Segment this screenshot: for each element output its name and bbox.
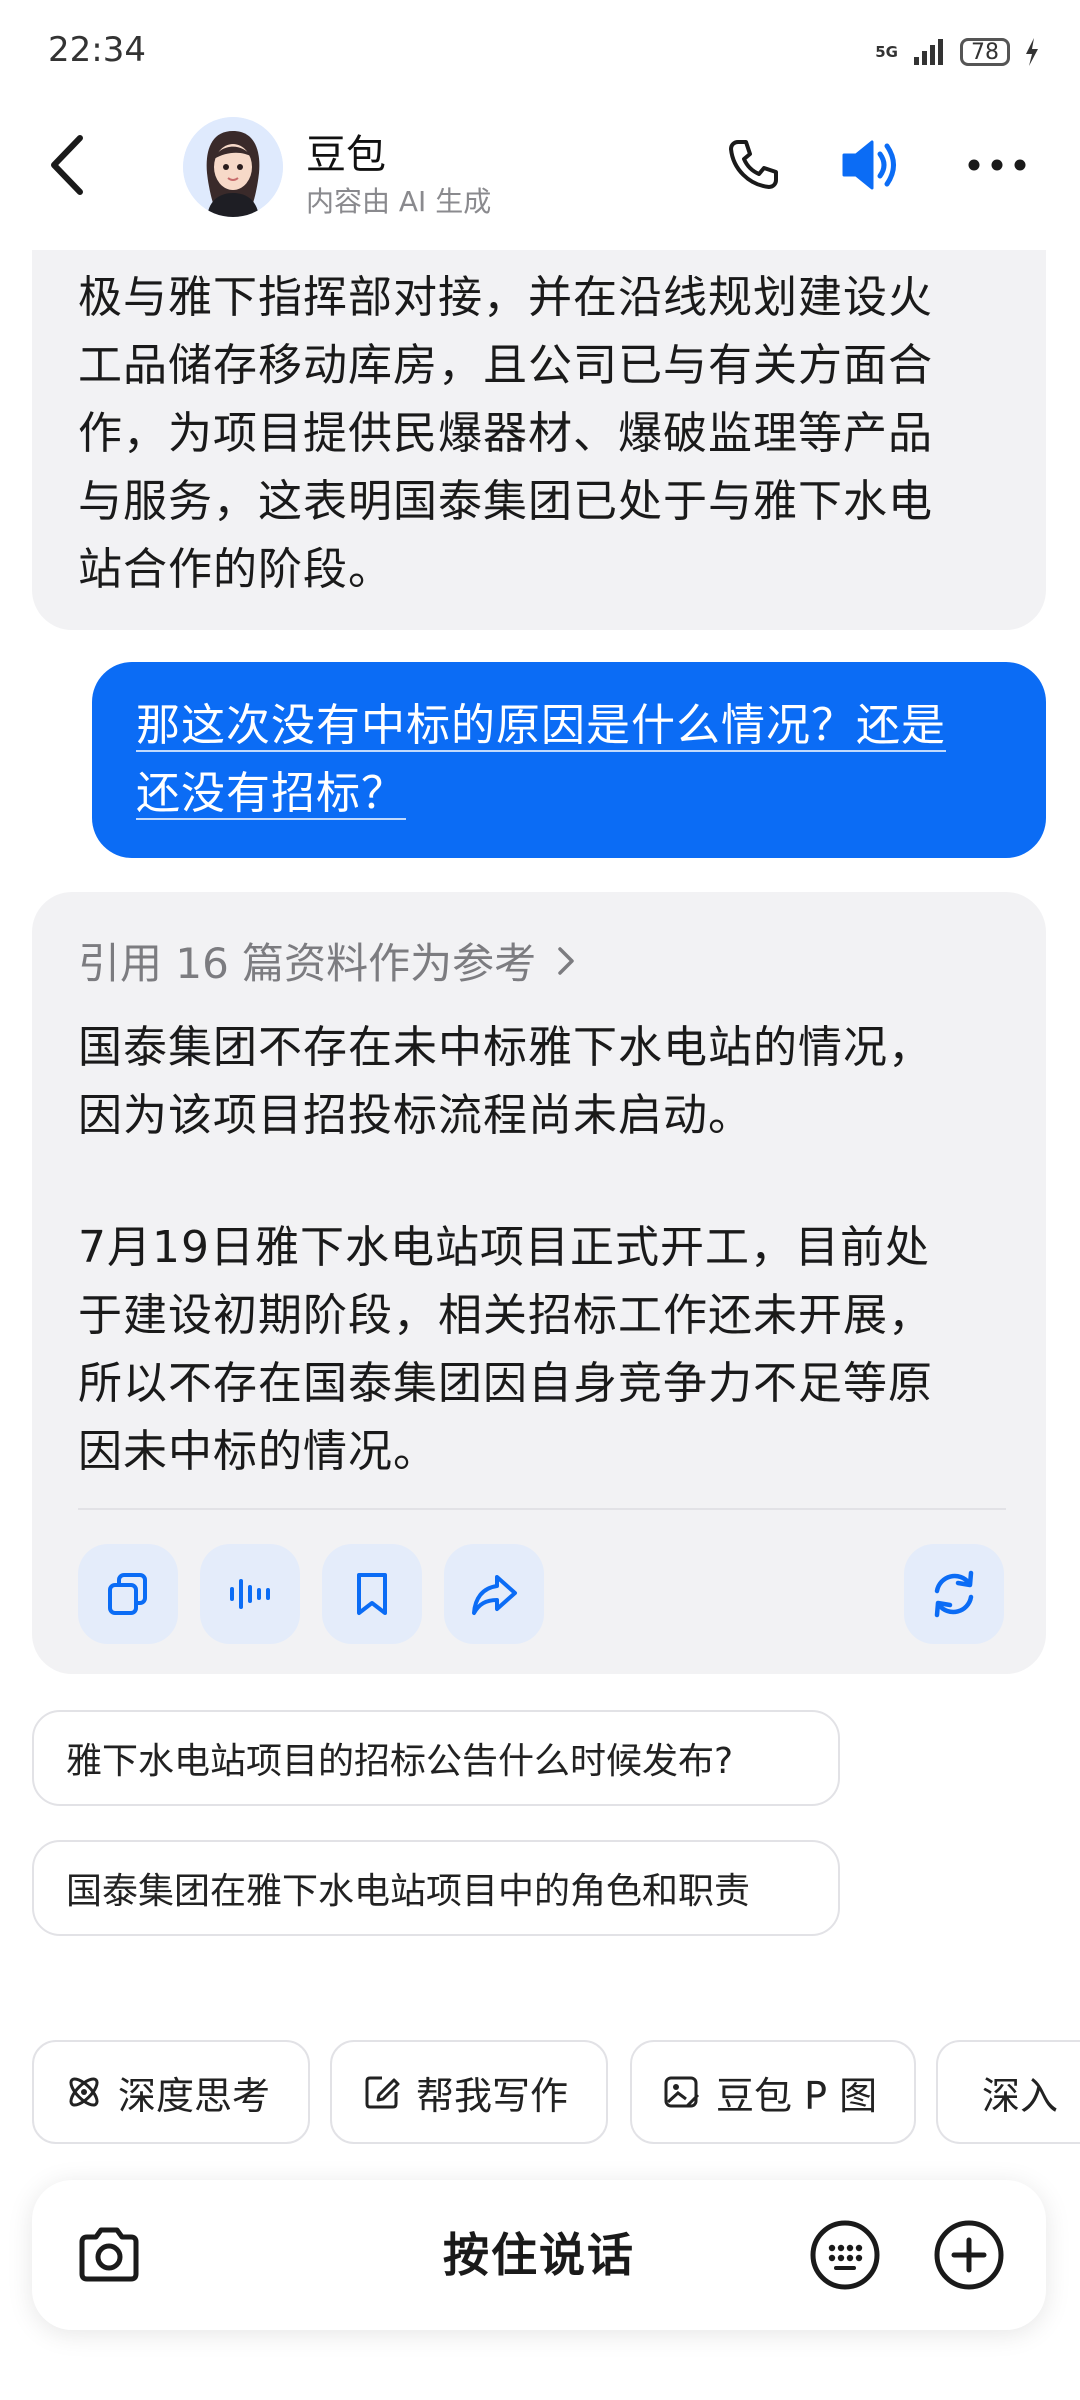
back-button[interactable] (44, 130, 94, 200)
audio-wave-icon (230, 1579, 270, 1609)
suggestion-chip-2[interactable]: 国泰集团在雅下水电站项目中的角色和职责 (32, 1840, 840, 1936)
text-line: 还没有招标？ (136, 768, 406, 819)
regenerate-button[interactable] (904, 1544, 1004, 1644)
user-message-bubble[interactable]: 那这次没有中标的原因是什么情况？还是 还没有招标？ (92, 662, 1046, 858)
tool-label: 深入 (982, 2073, 1059, 2118)
status-indicators: 5G 78 (875, 30, 1040, 74)
hold-to-talk-button[interactable]: 按住说话 (32, 2180, 1046, 2330)
bookmark-icon (357, 1573, 387, 1615)
share-arrow-icon (472, 1575, 517, 1615)
ai-generated-note: 内容由 AI 生成 (306, 185, 492, 218)
reference-label: 引用 16 篇资料作为参考 (78, 939, 537, 988)
text-line: 工品储存移动库房，且公司已与有关方面合 (78, 340, 933, 391)
tool-image-edit[interactable]: 豆包 P 图 (630, 2040, 916, 2144)
image-edit-icon (664, 2076, 700, 2108)
chevron-left-icon (51, 135, 83, 195)
tool-label: 帮我写作 (416, 2073, 569, 2118)
battery-indicator: 78 (960, 38, 1010, 66)
more-button[interactable] (962, 130, 1032, 200)
suggestion-chip-1[interactable]: 雅下水电站项目的招标公告什么时候发布? (32, 1710, 840, 1806)
refresh-icon (934, 1570, 974, 1618)
text-line: 作，为项目提供民爆器材、爆破监理等产品 (78, 408, 933, 459)
more-dots-icon (968, 159, 1026, 171)
speaker-button[interactable] (836, 130, 906, 200)
signal-icon (914, 39, 943, 65)
tool-label: 深度思考 (118, 2073, 271, 2118)
status-time: 22:34 (48, 30, 146, 70)
network-label: 5G (875, 43, 898, 61)
copy-icon (108, 1573, 147, 1615)
text-line: 那这次没有中标的原因是什么情况？还是 (136, 700, 946, 751)
text-line: 7月19日雅下水电站项目正式开工，目前处 (78, 1222, 930, 1273)
reference-link[interactable]: 引用 16 篇资料作为参考 (78, 930, 578, 991)
charging-icon (1026, 38, 1038, 66)
ai-message-bubble: 极与雅下指挥部对接，并在沿线规划建设火 工品储存移动库房，且公司已与有关方面合 … (32, 250, 1046, 630)
text-line: 与服务，这表明国泰集团已处于与雅下水电 (78, 476, 933, 527)
text-line: 于建设初期阶段，相关招标工作还未开展， (78, 1290, 933, 1341)
input-bar: 按住说话 (32, 2180, 1046, 2330)
bot-name: 豆包 (306, 132, 386, 178)
text-line: 所以不存在国泰集团因自身竞争力不足等原 (78, 1358, 933, 1409)
camera-icon (79, 2227, 139, 2282)
tool-deep-think[interactable]: 深度思考 (32, 2040, 310, 2144)
text-line: 因未中标的情况。 (78, 1426, 438, 1477)
tool-label: 豆包 P 图 (716, 2073, 878, 2118)
edit-icon (365, 2076, 400, 2109)
avatar-illustration (183, 117, 283, 217)
plus-icon (934, 2220, 1004, 2290)
ai-answer-paragraph-1: 国泰集团不存在未中标雅下水电站的情况， 因为该项目招投标流程尚未启动。 (78, 1014, 1006, 1150)
camera-button[interactable] (72, 2218, 146, 2292)
user-message-text: 那这次没有中标的原因是什么情况？还是 还没有招标？ (136, 692, 1002, 828)
bot-avatar[interactable] (183, 117, 283, 217)
tool-write[interactable]: 帮我写作 (330, 2040, 608, 2144)
phone-icon (729, 140, 778, 189)
text-line: 因为该项目招投标流程尚未启动。 (78, 1090, 753, 1141)
copy-button[interactable] (78, 1544, 178, 1644)
tool-deep-research[interactable]: 深入 (936, 2040, 1080, 2144)
bookmark-button[interactable] (322, 1544, 422, 1644)
call-button[interactable] (718, 130, 788, 200)
text-line: 极与雅下指挥部对接，并在沿线规划建设火 (78, 272, 933, 323)
ai-message-text: 极与雅下指挥部对接，并在沿线规划建设火 工品储存移动库房，且公司已与有关方面合 … (78, 264, 1006, 604)
read-aloud-button[interactable] (200, 1544, 300, 1644)
chevron-right-icon (558, 946, 574, 975)
atom-icon (69, 2077, 99, 2107)
ai-answer-bubble: 引用 16 篇资料作为参考 国泰集团不存在未中标雅下水电站的情况， 因为该项目招… (32, 892, 1046, 1674)
add-button[interactable] (932, 2218, 1006, 2292)
speaker-icon (842, 140, 896, 190)
ai-answer-paragraph-2: 7月19日雅下水电站项目正式开工，目前处 于建设初期阶段，相关招标工作还未开展，… (78, 1214, 1006, 1486)
text-line: 站合作的阶段。 (78, 544, 393, 595)
keyboard-icon (810, 2220, 880, 2290)
keyboard-button[interactable] (808, 2218, 882, 2292)
text-line: 国泰集团不存在未中标雅下水电站的情况， (78, 1022, 933, 1073)
share-button[interactable] (444, 1544, 544, 1644)
divider (78, 1508, 1006, 1510)
